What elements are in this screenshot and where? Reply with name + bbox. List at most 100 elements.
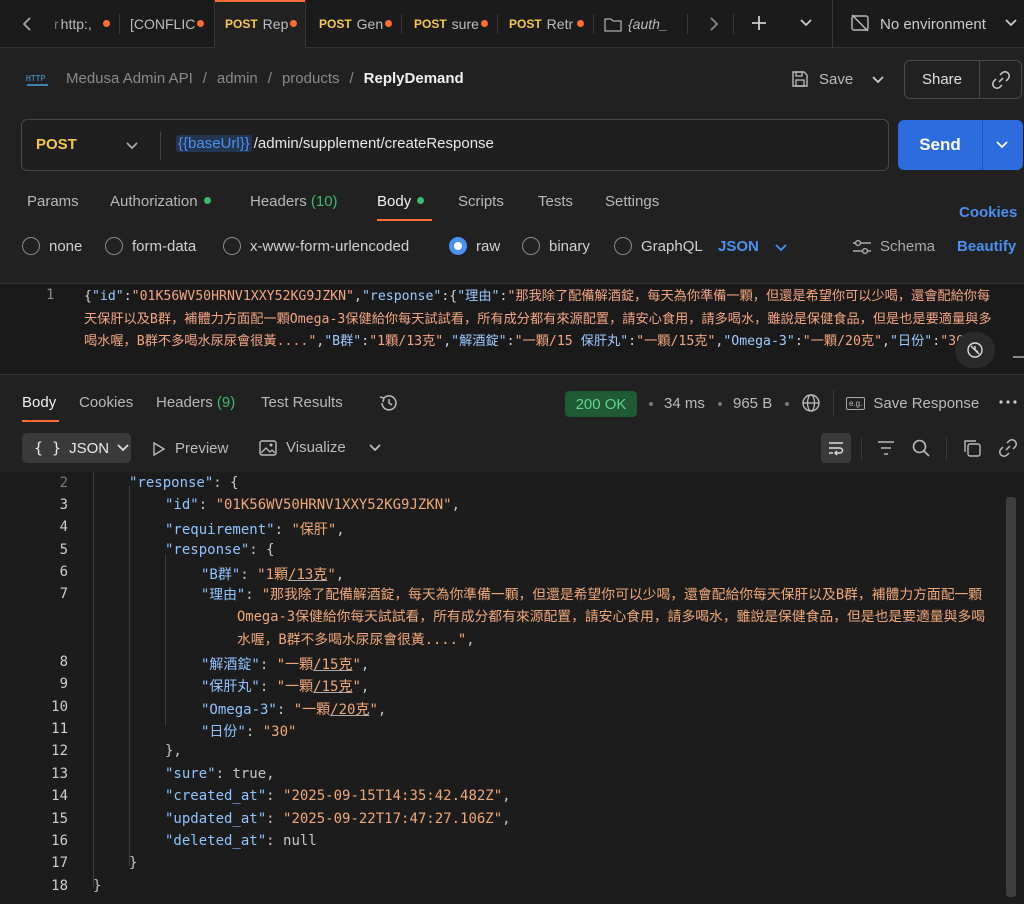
request-tab-label: Retr bbox=[546, 16, 574, 32]
breadcrumb-separator: / bbox=[349, 70, 354, 87]
response-size[interactable]: 965 B bbox=[733, 395, 772, 412]
raw-format-selector[interactable]: JSON bbox=[718, 238, 759, 255]
url-input[interactable]: {{baseUrl}} /admin/supplement/createResp… bbox=[176, 135, 494, 152]
code-line: "deleted_at": null bbox=[165, 833, 317, 849]
url-bar: POST {{baseUrl}} /admin/supplement/creat… bbox=[21, 119, 889, 171]
code-line: "理由": "那我除了配備解酒錠，每天為你準備一顆，但還是希望你可以少喝，還會配… bbox=[201, 587, 985, 648]
radio-urlencoded[interactable]: x-www-form-urlencoded bbox=[223, 237, 409, 255]
unsaved-dot bbox=[290, 20, 297, 27]
request-tab-method: POST bbox=[414, 17, 447, 31]
chevron-down-icon[interactable] bbox=[995, 139, 1009, 151]
save-options-chevron-icon[interactable] bbox=[871, 74, 885, 86]
request-tab-active[interactable]: POST Rep bbox=[214, 0, 306, 48]
radio-circle bbox=[522, 237, 540, 255]
chevron-down-icon[interactable] bbox=[1004, 17, 1018, 29]
code-line: } bbox=[93, 878, 102, 894]
no-environment-icon bbox=[850, 13, 870, 33]
link-icon[interactable] bbox=[998, 438, 1018, 458]
request-tab[interactable]: r http:, bbox=[46, 0, 118, 48]
more-options-icon[interactable] bbox=[998, 395, 1018, 409]
chevron-down-icon[interactable] bbox=[369, 443, 381, 453]
tab-scripts[interactable]: Scripts bbox=[458, 193, 504, 210]
line-number: 13 bbox=[51, 766, 68, 782]
save-button[interactable]: Save bbox=[790, 69, 853, 89]
tab-body[interactable]: Body bbox=[377, 193, 425, 210]
status-dot bbox=[417, 196, 425, 204]
save-label: Save bbox=[819, 70, 854, 88]
response-format-label: JSON bbox=[69, 439, 110, 457]
response-tab-test-results[interactable]: Test Results bbox=[261, 394, 343, 411]
history-icon[interactable] bbox=[378, 393, 400, 413]
chevron-down-icon[interactable] bbox=[799, 17, 813, 29]
response-time[interactable]: 34 ms bbox=[664, 395, 705, 412]
send-button[interactable]: Send bbox=[898, 120, 1023, 170]
request-tab[interactable]: {auth_ bbox=[594, 0, 686, 48]
request-tab[interactable]: [CONFLIC bbox=[120, 0, 212, 48]
request-tab-label: Rep bbox=[262, 16, 289, 32]
unsaved-dot bbox=[385, 20, 392, 27]
wrap-lines-icon[interactable] bbox=[821, 433, 851, 463]
response-format-selector[interactable]: { } JSON bbox=[22, 433, 131, 463]
cookies-link[interactable]: Cookies bbox=[959, 204, 1017, 221]
radio-raw[interactable]: raw bbox=[449, 237, 500, 255]
copy-icon[interactable] bbox=[962, 438, 982, 458]
globe-icon[interactable] bbox=[801, 393, 821, 413]
response-tab-body[interactable]: Body bbox=[22, 394, 56, 411]
radio-form-data[interactable]: form-data bbox=[105, 237, 196, 255]
request-tab[interactable]: POST sure bbox=[402, 0, 496, 48]
filter-icon[interactable] bbox=[877, 440, 895, 456]
radio-none[interactable]: none bbox=[22, 237, 82, 255]
method-selector[interactable]: POST bbox=[36, 136, 77, 153]
chevron-down-icon[interactable] bbox=[774, 242, 788, 254]
vertical-scrollbar[interactable] bbox=[1006, 497, 1016, 897]
link-icon[interactable] bbox=[991, 70, 1011, 90]
breadcrumb-workspace[interactable]: Medusa Admin API bbox=[66, 70, 193, 87]
radio-label: x-www-form-urlencoded bbox=[250, 237, 410, 255]
visualize-button[interactable]: Visualize bbox=[259, 439, 346, 456]
request-tab-label: Gen bbox=[356, 16, 384, 32]
save-response-button[interactable]: e.g. Save Response bbox=[846, 395, 979, 412]
search-icon[interactable] bbox=[911, 438, 931, 458]
schema-button[interactable]: Schema bbox=[852, 238, 935, 255]
chevron-down-icon bbox=[117, 443, 129, 453]
tab-tests[interactable]: Tests bbox=[538, 193, 573, 210]
chevron-down-icon[interactable] bbox=[125, 140, 139, 152]
preview-label: Preview bbox=[175, 440, 229, 457]
tab-authorization[interactable]: Authorization bbox=[110, 193, 211, 210]
breadcrumb-folder[interactable]: products bbox=[282, 70, 340, 87]
code-line: "requirement": "保肝", bbox=[165, 522, 345, 538]
radio-binary[interactable]: binary bbox=[522, 237, 590, 255]
snippet-toggle-icon[interactable] bbox=[955, 332, 995, 368]
code-line: "B群": "1顆/13克", bbox=[201, 567, 345, 583]
environment-selector[interactable]: No environment bbox=[880, 16, 986, 33]
plus-icon[interactable] bbox=[750, 14, 768, 32]
request-tab-label: sure bbox=[451, 16, 479, 32]
chevron-right-icon[interactable] bbox=[708, 15, 720, 33]
line-number: 8 bbox=[59, 654, 68, 670]
response-body-viewer[interactable]: 2 "response": { 3 "id": "01K56WV50HRNV1X… bbox=[0, 472, 1024, 904]
tab-params[interactable]: Params bbox=[27, 193, 79, 210]
image-icon bbox=[259, 439, 277, 456]
beautify-button[interactable]: Beautify bbox=[957, 238, 1016, 255]
request-tab[interactable]: POST Retr bbox=[498, 0, 592, 48]
url-variable[interactable]: {{baseUrl}} bbox=[176, 135, 252, 152]
line-number: 9 bbox=[59, 676, 68, 692]
tab-headers[interactable]: Headers (10) bbox=[250, 193, 338, 210]
share-label: Share bbox=[921, 71, 963, 88]
request-body-editor[interactable]: 1 {"id":"01K56WV50HRNV1XXY52KG9JZKN","re… bbox=[0, 283, 1024, 375]
response-tab-headers[interactable]: Headers (9) bbox=[156, 394, 235, 411]
line-number: 16 bbox=[51, 833, 68, 849]
request-name[interactable]: ReplyDemand bbox=[364, 70, 464, 87]
line-number: 7 bbox=[59, 586, 68, 602]
tab-settings[interactable]: Settings bbox=[605, 193, 659, 210]
tab-body-label: Body bbox=[377, 193, 412, 210]
preview-button[interactable]: Preview bbox=[152, 440, 228, 457]
radio-graphql[interactable]: GraphQL bbox=[614, 237, 703, 255]
line-number: 2 bbox=[59, 475, 68, 491]
request-tab[interactable]: POST Gen bbox=[308, 0, 400, 48]
url-path: /admin/supplement/createResponse bbox=[253, 135, 494, 152]
response-tab-cookies[interactable]: Cookies bbox=[79, 394, 133, 411]
breadcrumb-folder[interactable]: admin bbox=[217, 70, 258, 87]
share-button[interactable]: Share bbox=[904, 60, 1022, 99]
chevron-left-icon[interactable] bbox=[20, 15, 34, 33]
